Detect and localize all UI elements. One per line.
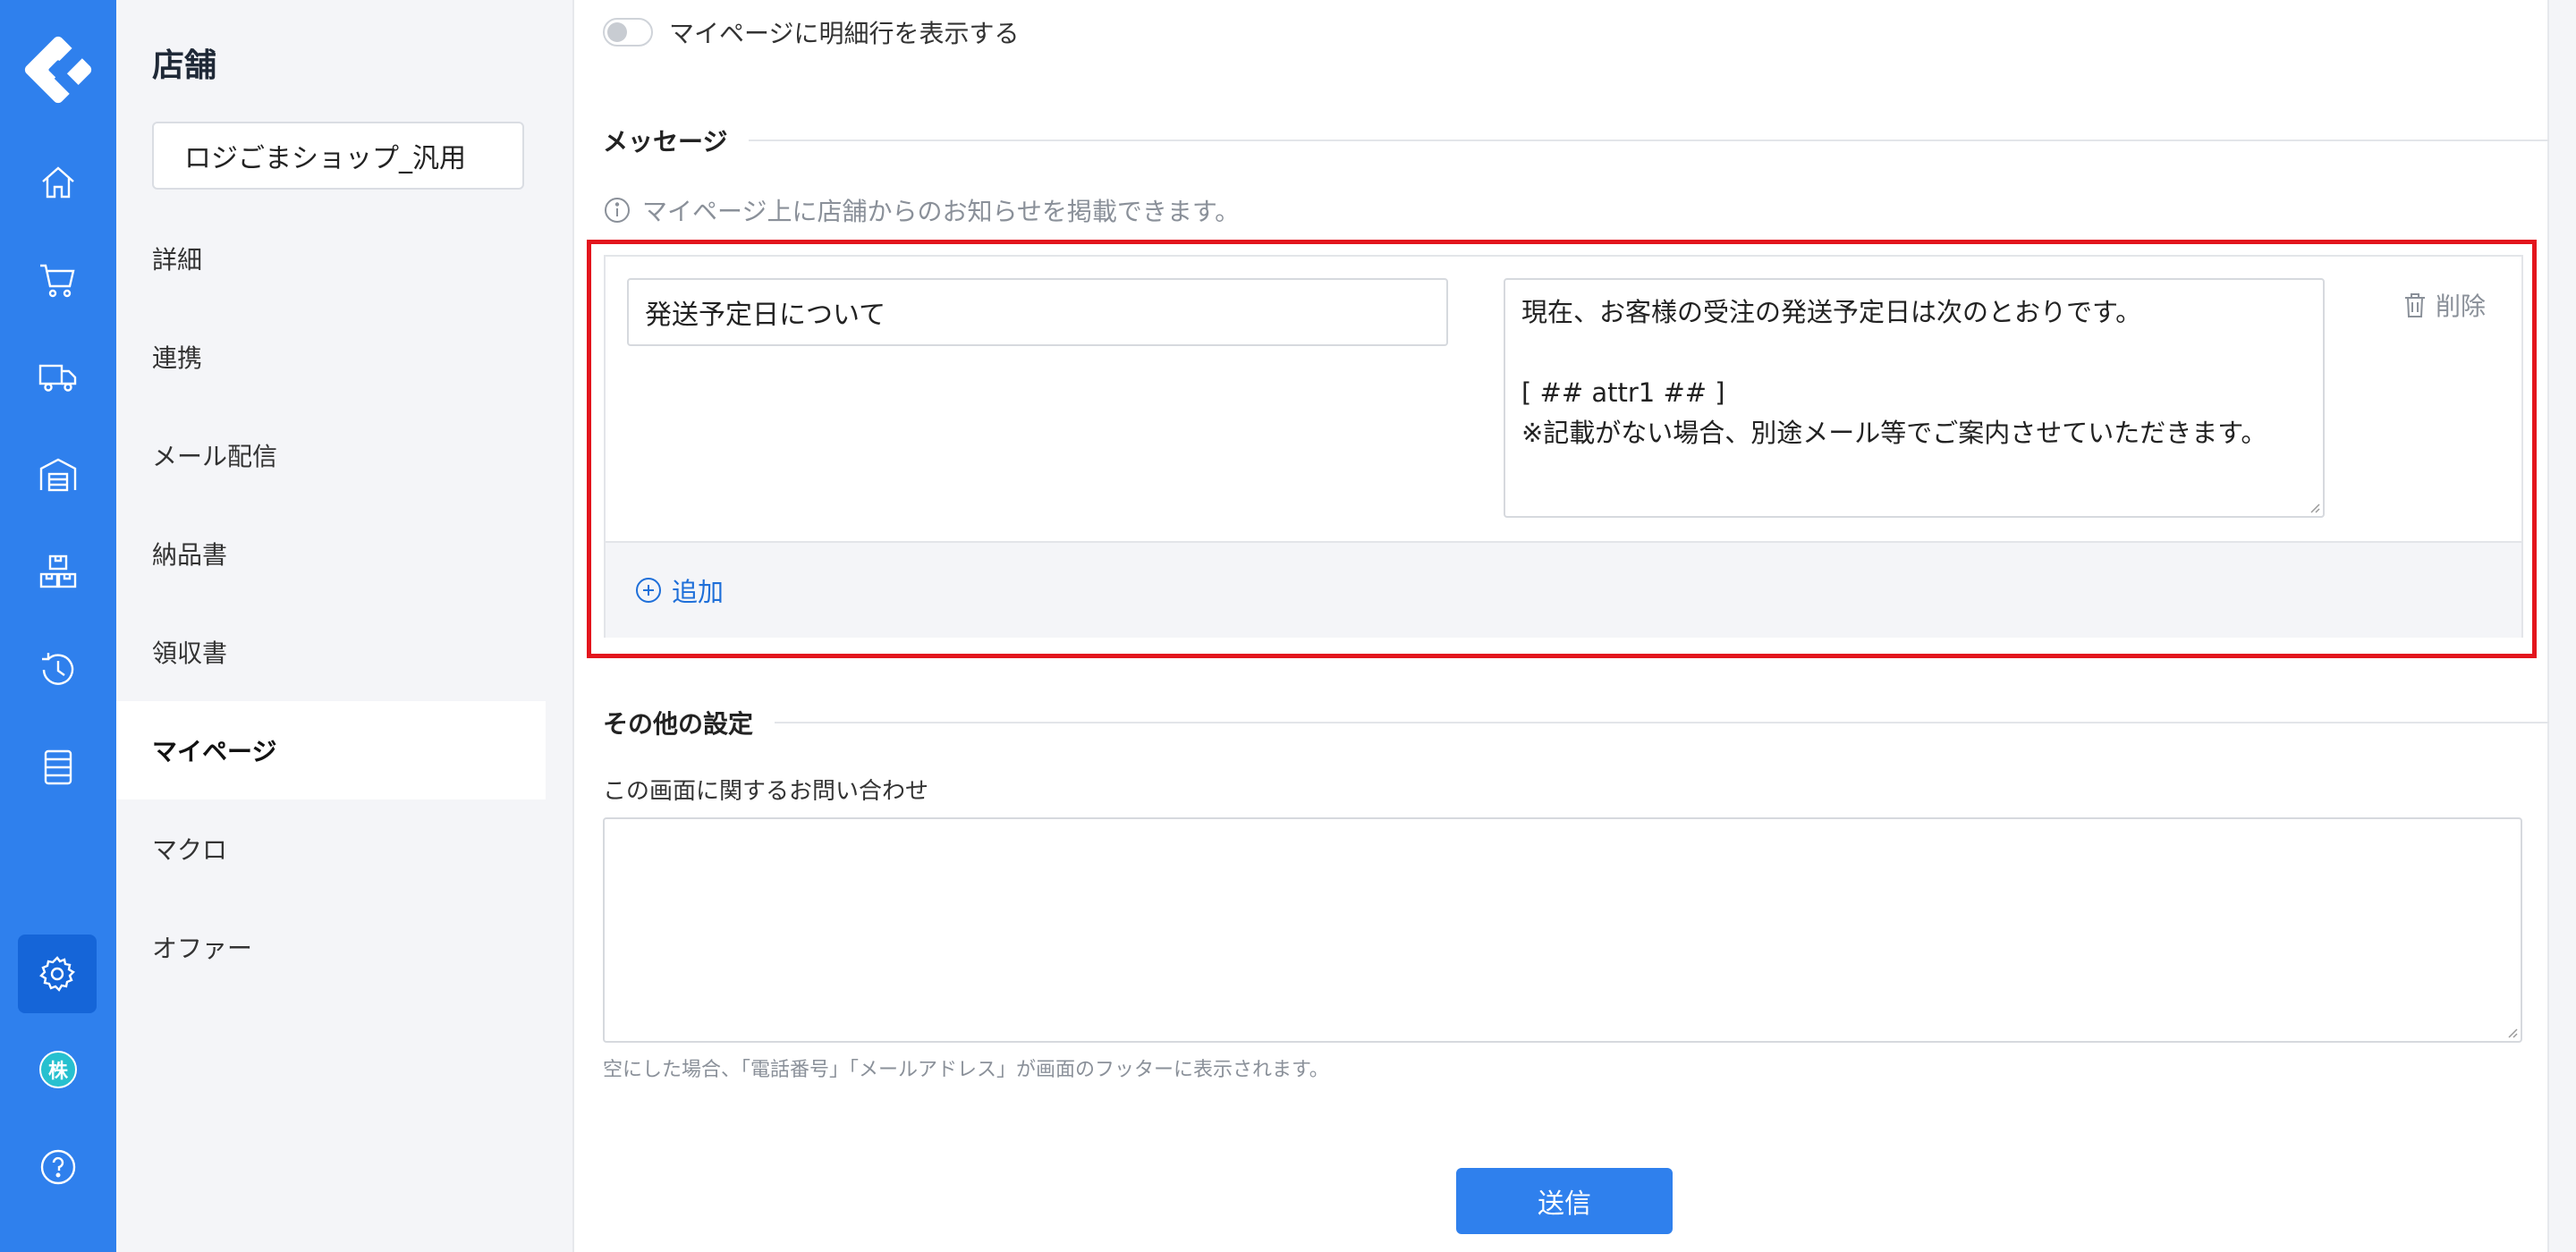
- sidebar-item-details[interactable]: 詳細: [116, 209, 546, 308]
- icon-rail: 株: [0, 0, 116, 1252]
- help-icon[interactable]: [31, 1140, 85, 1194]
- app-logo[interactable]: [19, 30, 97, 109]
- highlight-frame: 発送予定日について 現在、お客様の受注の発送予定日は次のとおりです。 [ ## …: [587, 240, 2537, 658]
- trash-icon: [2404, 293, 2425, 317]
- page-gutter: [2549, 0, 2576, 1252]
- message-title-input[interactable]: 発送予定日について: [627, 278, 1448, 346]
- contact-help-text: 空にした場合、「電話番号」「メールアドレス」が画面のフッターに表示されます。: [603, 1059, 1329, 1081]
- sidebar-item-receipt[interactable]: 領収書: [116, 603, 546, 701]
- gear-icon[interactable]: [18, 935, 97, 1013]
- contact-textarea[interactable]: [603, 817, 2522, 1043]
- home-icon[interactable]: [31, 156, 85, 209]
- document-icon[interactable]: [31, 740, 85, 794]
- add-label: 追加: [672, 577, 724, 607]
- message-body-line: [1521, 333, 2307, 373]
- message-body-line: ※記載がない場合、別途メール等でご案内させていただきます。: [1521, 418, 2267, 448]
- other-section-header: その他の設定: [603, 705, 2558, 740]
- cart-icon[interactable]: [31, 253, 85, 307]
- main-content: マイページに明細行を表示する メッセージ マイページ上に店舗からのお知らせを掲載…: [572, 0, 2558, 1252]
- sidebar-item-mail[interactable]: メール配信: [116, 406, 546, 504]
- other-section-title: その他の設定: [603, 709, 754, 739]
- add-message-button[interactable]: 追加: [634, 571, 724, 609]
- submit-button[interactable]: 送信: [1456, 1168, 1673, 1234]
- message-body-line: 現在、お客様の受注の発送予定日は次のとおりです。: [1521, 297, 2142, 327]
- section-divider: [775, 722, 2558, 723]
- message-hint-text: マイページ上に店舗からのお知らせを掲載できます。: [642, 197, 1241, 226]
- message-section-header: メッセージ: [603, 123, 2558, 158]
- resize-grip-icon[interactable]: [2505, 1026, 2518, 1038]
- sidebar-item-macro[interactable]: マクロ: [116, 799, 546, 898]
- show-details-label: マイページに明細行を表示する: [669, 19, 1020, 48]
- sidebar-title: 店舗: [152, 47, 217, 84]
- settings-sidebar: 店舗 ロジごまショップ_汎用 詳細 連携 メール配信 納品書 領収書 マイページ…: [116, 0, 546, 1252]
- info-icon: [605, 198, 630, 223]
- add-row: 追加: [606, 541, 2521, 638]
- message-hint: マイページ上に店舗からのお知らせを掲載できます。: [603, 192, 1240, 228]
- message-section-title: メッセージ: [603, 127, 728, 156]
- history-icon[interactable]: [31, 643, 85, 697]
- sidebar-item-offer[interactable]: オファー: [116, 898, 546, 996]
- sidebar-item-mypage[interactable]: マイページ: [116, 701, 546, 799]
- section-divider: [749, 140, 2558, 141]
- sidebar-item-integration[interactable]: 連携: [116, 308, 546, 406]
- boxes-icon[interactable]: [31, 546, 85, 599]
- delete-button[interactable]: 削除: [2402, 287, 2486, 323]
- message-body-line: [ ## attr1 ## ]: [1521, 377, 1725, 408]
- show-details-toggle[interactable]: [603, 18, 653, 47]
- shop-selector[interactable]: ロジごまショップ_汎用: [152, 122, 524, 190]
- message-card: 発送予定日について 現在、お客様の受注の発送予定日は次のとおりです。 [ ## …: [604, 255, 2523, 638]
- delete-label: 削除: [2435, 292, 2486, 321]
- warehouse-icon[interactable]: [31, 448, 85, 502]
- truck-icon[interactable]: [31, 351, 85, 404]
- plus-circle-icon: [636, 578, 661, 603]
- company-badge-label: 株: [39, 1051, 77, 1088]
- sidebar-item-delivery-note[interactable]: 納品書: [116, 504, 546, 603]
- contact-label: この画面に関するお問い合わせ: [603, 778, 929, 805]
- company-badge[interactable]: 株: [31, 1043, 85, 1096]
- show-details-row: マイページに明細行を表示する: [603, 14, 1019, 50]
- resize-grip-icon[interactable]: [2308, 501, 2320, 513]
- message-body-textarea[interactable]: 現在、お客様の受注の発送予定日は次のとおりです。 [ ## attr1 ## ]…: [1504, 278, 2325, 518]
